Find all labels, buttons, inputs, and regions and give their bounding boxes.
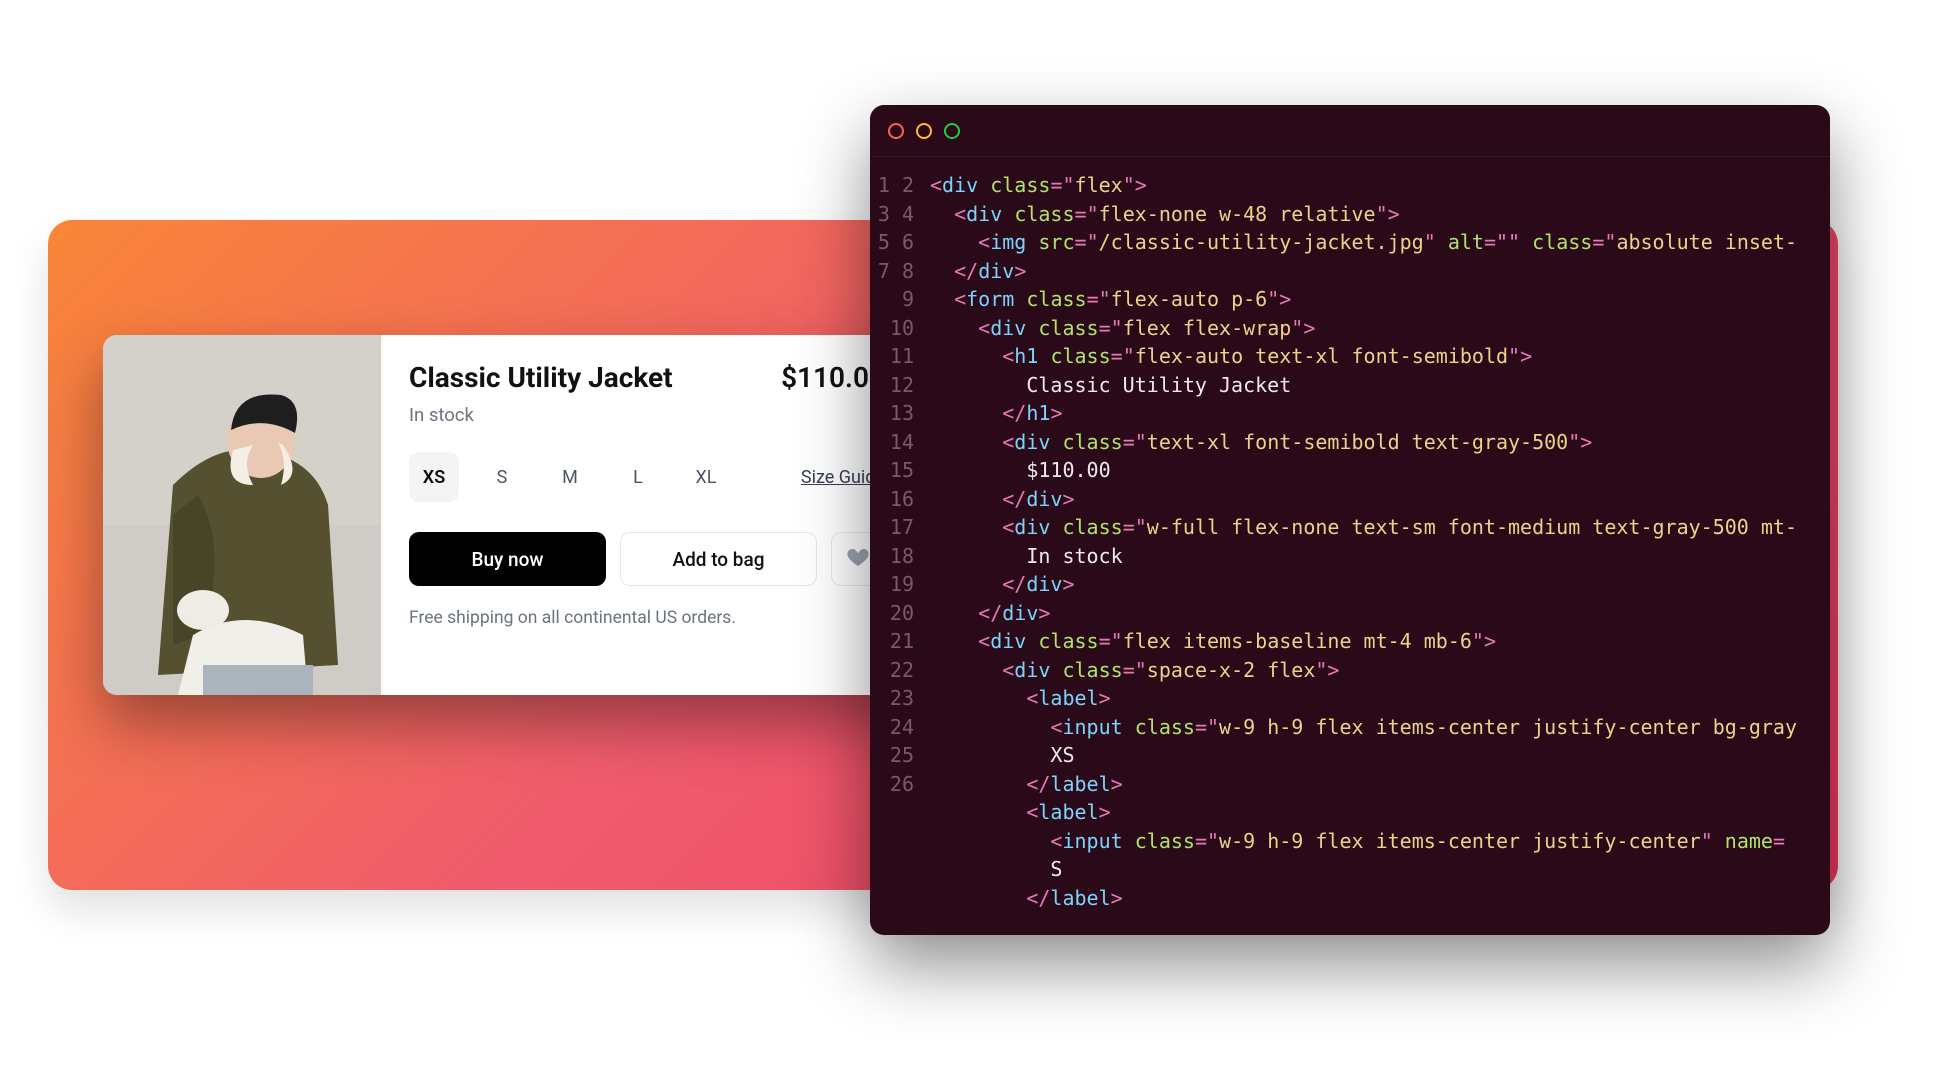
product-title: Classic Utility Jacket xyxy=(409,361,673,394)
size-option-l[interactable]: L xyxy=(613,452,663,502)
stock-status: In stock xyxy=(409,404,885,426)
code-editor-window: 1 2 3 4 5 6 7 8 9 10 11 12 13 14 15 16 1… xyxy=(870,105,1830,935)
size-option-s[interactable]: S xyxy=(477,452,527,502)
heart-icon xyxy=(846,545,870,573)
size-selector: XS SML XL xyxy=(409,452,731,502)
buy-now-button[interactable]: Buy now xyxy=(409,532,606,586)
size-option-xs[interactable]: XS xyxy=(409,452,459,502)
window-close-icon[interactable] xyxy=(888,123,904,139)
line-number-gutter: 1 2 3 4 5 6 7 8 9 10 11 12 13 14 15 16 1… xyxy=(870,157,924,935)
size-option-m[interactable]: M xyxy=(545,452,595,502)
window-titlebar xyxy=(870,105,1830,157)
add-to-bag-button[interactable]: Add to bag xyxy=(620,532,817,586)
window-zoom-icon[interactable] xyxy=(944,123,960,139)
product-card: Classic Utility Jacket $110.00 In stock … xyxy=(103,335,913,695)
product-image xyxy=(103,335,381,695)
size-option-xl[interactable]: XL xyxy=(681,452,731,502)
code-area[interactable]: <div class="flex"> <div class="flex-none… xyxy=(924,157,1830,935)
window-minimize-icon[interactable] xyxy=(916,123,932,139)
shipping-note: Free shipping on all continental US orde… xyxy=(409,608,885,628)
